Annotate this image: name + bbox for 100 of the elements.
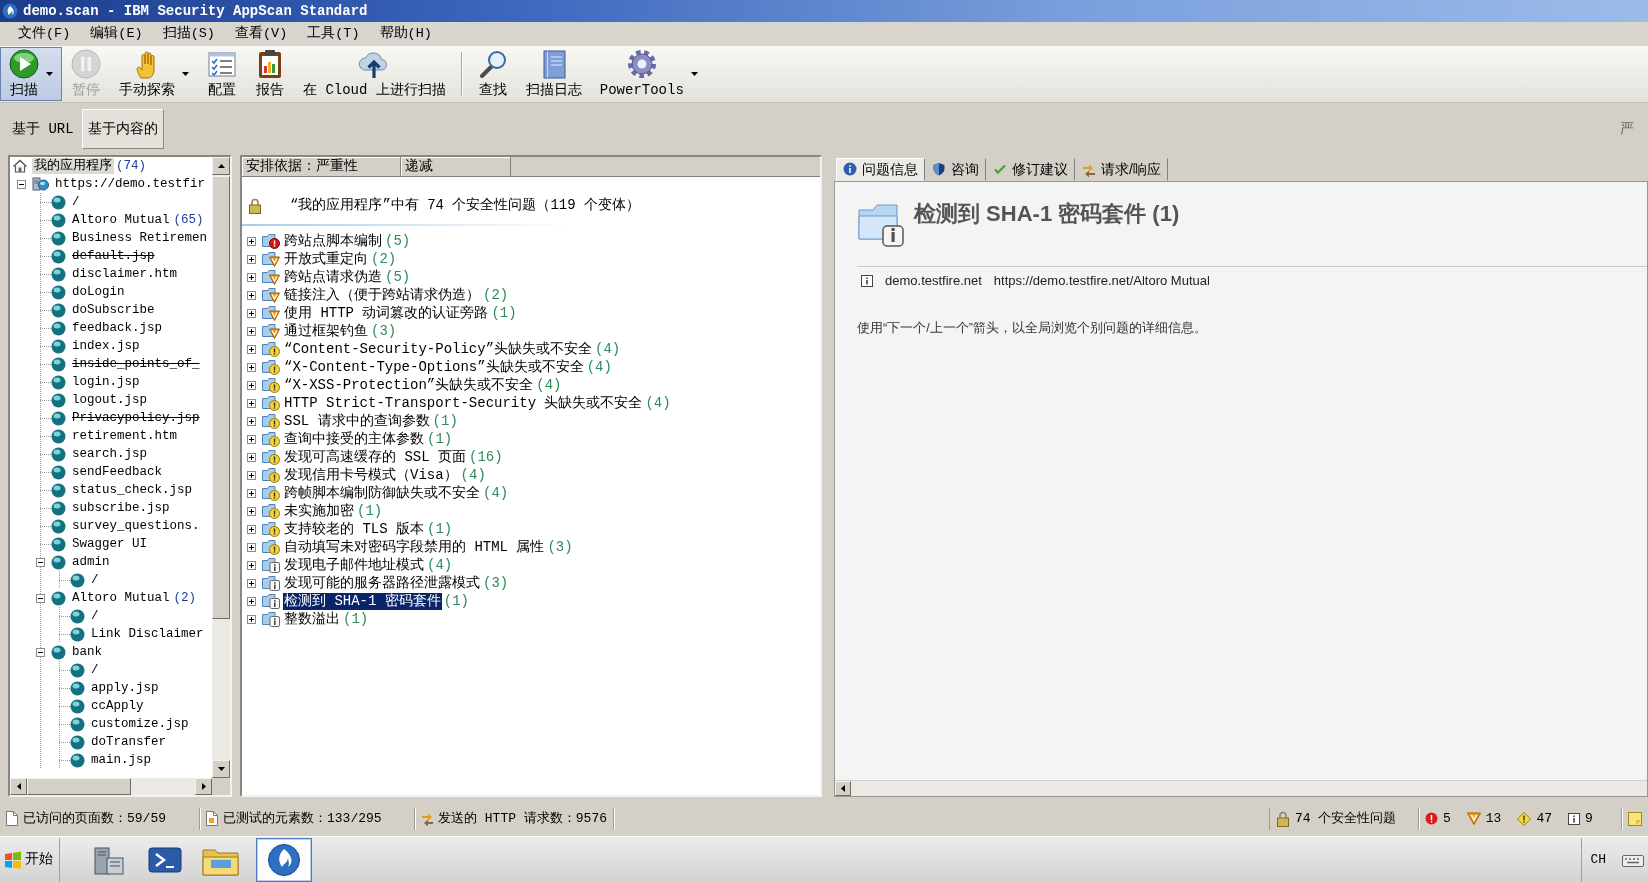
tree-item[interactable]: / <box>89 608 101 624</box>
menu-item[interactable]: 帮助(H) <box>369 24 442 44</box>
expand-icon[interactable] <box>247 398 256 408</box>
issue-item[interactable]: 跨站点请求伪造 <box>283 268 383 286</box>
tree-item[interactable]: / <box>70 194 82 210</box>
tree-item[interactable]: subscribe.jsp <box>70 500 172 516</box>
expand-icon[interactable] <box>247 470 256 480</box>
collapse-icon[interactable] <box>16 179 26 189</box>
issue-item[interactable]: “X-XSS-Protection”头缺失或不安全 <box>283 376 535 394</box>
tree-item[interactable]: Altoro Mutual <box>70 590 172 606</box>
expand-icon[interactable] <box>247 380 256 390</box>
tree-item[interactable]: apply.jsp <box>89 680 161 696</box>
expand-icon[interactable] <box>247 272 256 282</box>
tree-item[interactable]: retirement.htm <box>70 428 180 444</box>
issue-item[interactable]: “Content-Security-Policy”头缺失或不安全 <box>283 340 594 358</box>
start-button[interactable]: 开始 <box>0 837 60 882</box>
expand-icon[interactable] <box>247 344 256 354</box>
scroll-right-button[interactable] <box>195 778 212 795</box>
tree-item[interactable]: doSubscribe <box>70 302 157 318</box>
issue-item[interactable]: SSL 请求中的查询参数 <box>283 412 431 430</box>
tree-item[interactable]: doLogin <box>70 284 127 300</box>
issue-item[interactable]: 链接注入（便于跨站请求伪造） <box>283 286 481 304</box>
toolbar-button[interactable]: 查找 <box>468 47 517 101</box>
tree-item[interactable]: inside_points_of_ <box>70 356 202 372</box>
toolbar-button[interactable]: 在 Cloud 上进行扫描 <box>294 47 455 101</box>
expand-icon[interactable] <box>247 254 256 264</box>
tree-item[interactable]: Business Retiremen <box>70 230 210 246</box>
expand-icon[interactable] <box>247 308 256 318</box>
tree-item[interactable]: Link Disclaimer <box>89 626 206 642</box>
tree-item[interactable]: Altoro Mutual <box>70 212 172 228</box>
issue-item[interactable]: 发现信用卡号模式（Visa） <box>283 466 459 484</box>
tree-item[interactable]: Swagger UI <box>70 536 149 552</box>
toolbar-button[interactable]: 扫描 <box>0 47 62 101</box>
expand-icon[interactable] <box>247 416 256 426</box>
tree-item[interactable]: sendFeedback <box>70 464 164 480</box>
menu-item[interactable]: 工具(T) <box>297 24 370 44</box>
issue-item[interactable]: 支持较老的 TLS 版本 <box>283 520 425 538</box>
tree-item[interactable]: doTransfer <box>89 734 168 750</box>
toolbar-button[interactable]: 配置 <box>198 47 246 101</box>
tree-item[interactable]: default.jsp <box>70 248 157 264</box>
language-indicator[interactable]: CH <box>1581 837 1614 882</box>
scroll-down-button[interactable] <box>212 760 230 778</box>
collapse-icon[interactable] <box>35 647 45 657</box>
expand-icon[interactable] <box>247 452 256 462</box>
toolbar-button[interactable]: PowerTools <box>590 47 707 101</box>
expand-icon[interactable] <box>247 596 256 606</box>
issue-item[interactable]: 查询中接受的主体参数 <box>283 430 425 448</box>
issue-item[interactable]: 跨帧脚本编制防御缺失或不安全 <box>283 484 481 502</box>
issue-item[interactable]: 检测到 SHA-1 密码套件 <box>283 592 442 610</box>
toolbar-button[interactable]: 手动探索 <box>110 47 198 101</box>
collapse-icon[interactable] <box>35 593 45 603</box>
menu-item[interactable]: 文件(F) <box>8 24 81 44</box>
expand-icon[interactable] <box>247 362 256 372</box>
tree-item[interactable]: survey_questions. <box>70 518 202 534</box>
tree-item[interactable]: / <box>89 572 101 588</box>
issue-item[interactable]: 整数溢出 <box>283 610 341 628</box>
tree-item[interactable]: 我的应用程序 <box>32 158 114 174</box>
expand-icon[interactable] <box>247 560 256 570</box>
expand-icon[interactable] <box>247 326 256 336</box>
expand-icon[interactable] <box>247 434 256 444</box>
issue-item[interactable]: “X-Content-Type-Options”头缺失或不安全 <box>283 358 585 376</box>
collapse-icon[interactable] <box>35 557 45 567</box>
issue-item[interactable]: 发现可能的服务器路径泄露模式 <box>283 574 481 592</box>
tree-item[interactable]: status_check.jsp <box>70 482 195 498</box>
view-tab[interactable]: 基于 URL <box>6 109 80 149</box>
issue-item[interactable]: 发现电子邮件地址模式 <box>283 556 425 574</box>
tree-item[interactable]: ccApply <box>89 698 146 714</box>
expand-icon[interactable] <box>247 614 256 624</box>
expand-icon[interactable] <box>247 524 256 534</box>
toolbar-button[interactable]: 报告 <box>246 47 294 101</box>
scroll-up-button[interactable] <box>212 157 230 175</box>
expand-icon[interactable] <box>247 578 256 588</box>
tree-item[interactable]: https://demo.testfir <box>53 176 208 192</box>
tree-item[interactable]: bank <box>70 644 104 660</box>
issue-item[interactable]: 自动填写未对密码字段禁用的 HTML 属性 <box>283 538 546 556</box>
issue-item[interactable]: 通过框架钓鱼 <box>283 322 369 340</box>
detail-tab[interactable]: 问题信息 <box>836 158 925 181</box>
scroll-left-button[interactable] <box>10 778 27 795</box>
toolbar-button[interactable]: 扫描日志 <box>516 47 591 101</box>
tree-item[interactable]: disclaimer.htm <box>70 266 180 282</box>
tree-item[interactable]: index.jsp <box>70 338 142 354</box>
issue-item[interactable]: 使用 HTTP 动词篡改的认证旁路 <box>283 304 490 322</box>
column-header[interactable]: 递减 <box>401 157 511 176</box>
scroll-left-button[interactable] <box>835 781 851 796</box>
issue-item[interactable]: 开放式重定向 <box>283 250 369 268</box>
expand-icon[interactable] <box>247 290 256 300</box>
tree-item[interactable]: search.jsp <box>70 446 149 462</box>
horizontal-scrollbar[interactable] <box>10 778 212 795</box>
tree-item[interactable]: admin <box>70 554 112 570</box>
tree-item[interactable]: customize.jsp <box>89 716 191 732</box>
scroll-thumb[interactable] <box>212 176 230 619</box>
vertical-scrollbar[interactable] <box>212 157 230 778</box>
menu-item[interactable]: 扫描(S) <box>152 24 225 44</box>
view-tab[interactable]: 基于内容的 <box>81 109 164 149</box>
issue-item[interactable]: 跨站点脚本编制 <box>283 232 383 250</box>
horizontal-scrollbar[interactable] <box>835 780 1647 796</box>
tree-item[interactable]: feedback.jsp <box>70 320 164 336</box>
column-header[interactable]: 安排依据：严重性 <box>242 157 401 176</box>
expand-icon[interactable] <box>247 236 256 246</box>
issue-item[interactable]: 发现可高速缓存的 SSL 页面 <box>283 448 467 466</box>
